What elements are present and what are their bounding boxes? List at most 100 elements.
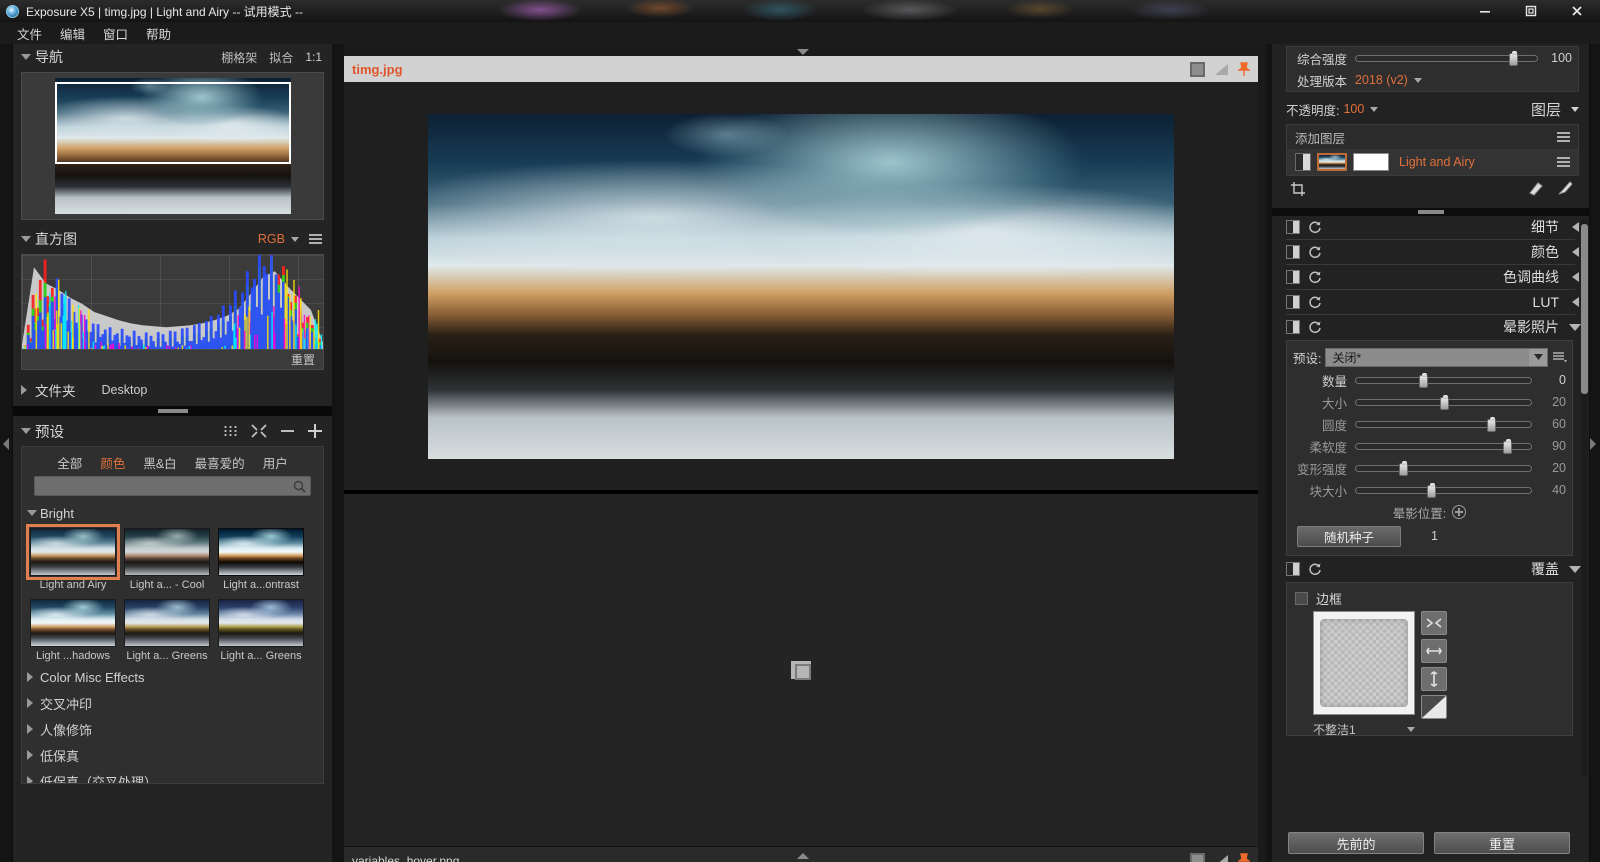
border-random-button[interactable] xyxy=(1421,611,1447,635)
slider-knob[interactable] xyxy=(1427,485,1436,498)
chevron-down-icon[interactable] xyxy=(1569,324,1581,331)
reset-icon[interactable] xyxy=(1308,270,1322,284)
layer-row[interactable]: Light and Airy xyxy=(1287,149,1578,175)
layer-visibility-icon[interactable] xyxy=(1295,153,1311,171)
histogram-reset[interactable]: 重置 xyxy=(21,350,324,370)
slider-knob[interactable] xyxy=(1440,397,1449,410)
slider-knob[interactable] xyxy=(1419,375,1428,388)
reset-icon[interactable] xyxy=(1308,245,1322,259)
nav-option-1to1[interactable]: 1:1 xyxy=(305,50,322,64)
preset-item[interactable]: Light a... - Cool xyxy=(124,528,210,591)
previous-button[interactable]: 先前的 xyxy=(1288,832,1424,854)
navigator-header[interactable]: 导航 棚格架 拟合 1:1 xyxy=(13,44,332,70)
close-button[interactable] xyxy=(1554,0,1600,22)
border-name-select[interactable]: 不整洁1 xyxy=(1313,721,1415,738)
chevron-down-icon[interactable] xyxy=(1414,78,1422,83)
chevron-down-icon[interactable] xyxy=(1569,566,1581,573)
slider-knob[interactable] xyxy=(1503,441,1512,454)
border-toggle-row[interactable]: 边框 xyxy=(1287,587,1572,609)
add-preset-icon[interactable] xyxy=(308,424,322,438)
border-preview[interactable] xyxy=(1313,611,1415,715)
vignette-preset-menu-icon[interactable] xyxy=(1552,351,1568,363)
preset-item[interactable]: Light a... Greens xyxy=(218,599,304,662)
overall-strength-slider[interactable] xyxy=(1355,55,1538,62)
layer-mask-thumbnail[interactable] xyxy=(1353,153,1389,171)
grid-view-icon[interactable] xyxy=(223,425,237,437)
compare-view-icon[interactable] xyxy=(1190,62,1205,77)
section-overlay[interactable]: 覆盖 xyxy=(1272,558,1589,580)
chevron-left-icon[interactable] xyxy=(1572,222,1579,232)
eraser-tool-icon[interactable] xyxy=(1527,180,1545,199)
target-icon[interactable] xyxy=(1452,505,1466,519)
section-toggle-icon[interactable] xyxy=(1286,320,1300,334)
histogram-menu-icon[interactable] xyxy=(309,234,322,244)
menu-window[interactable]: 窗口 xyxy=(94,22,137,45)
nav-option-grid[interactable]: 棚格架 xyxy=(221,49,257,66)
vignette-preset-select[interactable]: 关闭* xyxy=(1325,348,1548,367)
remove-preset-icon[interactable] xyxy=(281,430,294,432)
chevron-down-icon[interactable] xyxy=(291,237,299,242)
preset-category-color-misc[interactable]: Color Misc Effects xyxy=(22,664,323,690)
section-color[interactable]: 颜色 xyxy=(1272,241,1589,263)
menu-edit[interactable]: 编辑 xyxy=(51,22,94,45)
preset-category-portrait[interactable]: 人像修饰 xyxy=(22,716,323,742)
vignette-blocksize-slider[interactable] xyxy=(1355,487,1532,494)
section-lut[interactable]: LUT xyxy=(1272,291,1589,313)
vignette-roundness-slider[interactable] xyxy=(1355,421,1532,428)
chevron-down-icon[interactable] xyxy=(1407,727,1415,732)
add-layer-row[interactable]: 添加图层 xyxy=(1287,125,1578,149)
vignette-distortion-slider[interactable] xyxy=(1355,465,1532,472)
histogram-header[interactable]: 直方图 RGB xyxy=(13,226,332,252)
preset-search-box[interactable] xyxy=(34,476,311,496)
folders-header[interactable]: 文件夹 Desktop xyxy=(13,376,332,404)
border-invert-button[interactable] xyxy=(1421,695,1447,719)
collapse-top-icon[interactable] xyxy=(796,46,810,56)
vignette-softness-slider[interactable] xyxy=(1355,443,1532,450)
opacity-value[interactable]: 100 xyxy=(1343,102,1364,116)
filter-tab-favorites[interactable]: 最喜爱的 xyxy=(195,453,245,472)
section-vignette[interactable]: 晕影照片 xyxy=(1272,316,1589,338)
random-seed-button[interactable]: 随机种子 xyxy=(1297,526,1401,547)
section-toggle-icon[interactable] xyxy=(1286,245,1300,259)
layers-menu-icon[interactable] xyxy=(1557,132,1570,142)
chevron-left-icon[interactable] xyxy=(1572,247,1579,257)
border-flip-vertical-button[interactable] xyxy=(1421,667,1447,691)
border-checkbox[interactable] xyxy=(1295,592,1308,605)
section-toggle-icon[interactable] xyxy=(1286,295,1300,309)
reset-icon[interactable] xyxy=(1308,562,1322,576)
preset-item[interactable]: Light a...ontrast xyxy=(218,528,304,591)
preset-item[interactable]: Light a... Greens xyxy=(124,599,210,662)
pin-icon[interactable] xyxy=(1238,853,1250,862)
vignette-amount-slider[interactable] xyxy=(1355,377,1532,384)
preset-category-lofi[interactable]: 低保真 xyxy=(22,742,323,768)
collapse-bottom-icon[interactable] xyxy=(796,850,810,860)
process-version-row[interactable]: 处理版本 2018 (v2) xyxy=(1287,69,1578,91)
slider-knob[interactable] xyxy=(1509,53,1518,66)
soft-proof-icon[interactable] xyxy=(1215,855,1228,862)
left-panel-splitter[interactable] xyxy=(13,406,332,416)
reset-button[interactable]: 重置 xyxy=(1434,832,1570,854)
filter-tab-user[interactable]: 用户 xyxy=(263,453,288,472)
preset-item[interactable]: Light ...hadows xyxy=(30,599,116,662)
collapse-left-panel-icon[interactable] xyxy=(1,436,11,452)
nav-option-fit[interactable]: 拟合 xyxy=(269,49,293,66)
section-detail[interactable]: 细节 xyxy=(1272,216,1589,238)
chevron-left-icon[interactable] xyxy=(1572,297,1579,307)
histogram-channel[interactable]: RGB xyxy=(258,232,285,246)
chevron-down-icon[interactable] xyxy=(1571,107,1579,112)
navigator-crop-frame[interactable] xyxy=(55,82,291,164)
image-canvas[interactable] xyxy=(344,82,1258,490)
right-panel-splitter[interactable] xyxy=(1272,208,1589,216)
slider-knob[interactable] xyxy=(1399,463,1408,476)
section-toggle-icon[interactable] xyxy=(1286,562,1300,576)
vignette-size-slider[interactable] xyxy=(1355,399,1532,406)
border-flip-horizontal-button[interactable] xyxy=(1421,639,1447,663)
chevron-down-icon[interactable] xyxy=(1529,349,1547,366)
chevron-left-icon[interactable] xyxy=(1572,272,1579,282)
layer-thumbnail[interactable] xyxy=(1317,153,1347,171)
layer-menu-icon[interactable] xyxy=(1557,157,1570,167)
pin-icon[interactable] xyxy=(1238,62,1250,77)
section-toggle-icon[interactable] xyxy=(1286,270,1300,284)
reset-icon[interactable] xyxy=(1308,295,1322,309)
presets-header[interactable]: 预设 xyxy=(13,416,332,446)
